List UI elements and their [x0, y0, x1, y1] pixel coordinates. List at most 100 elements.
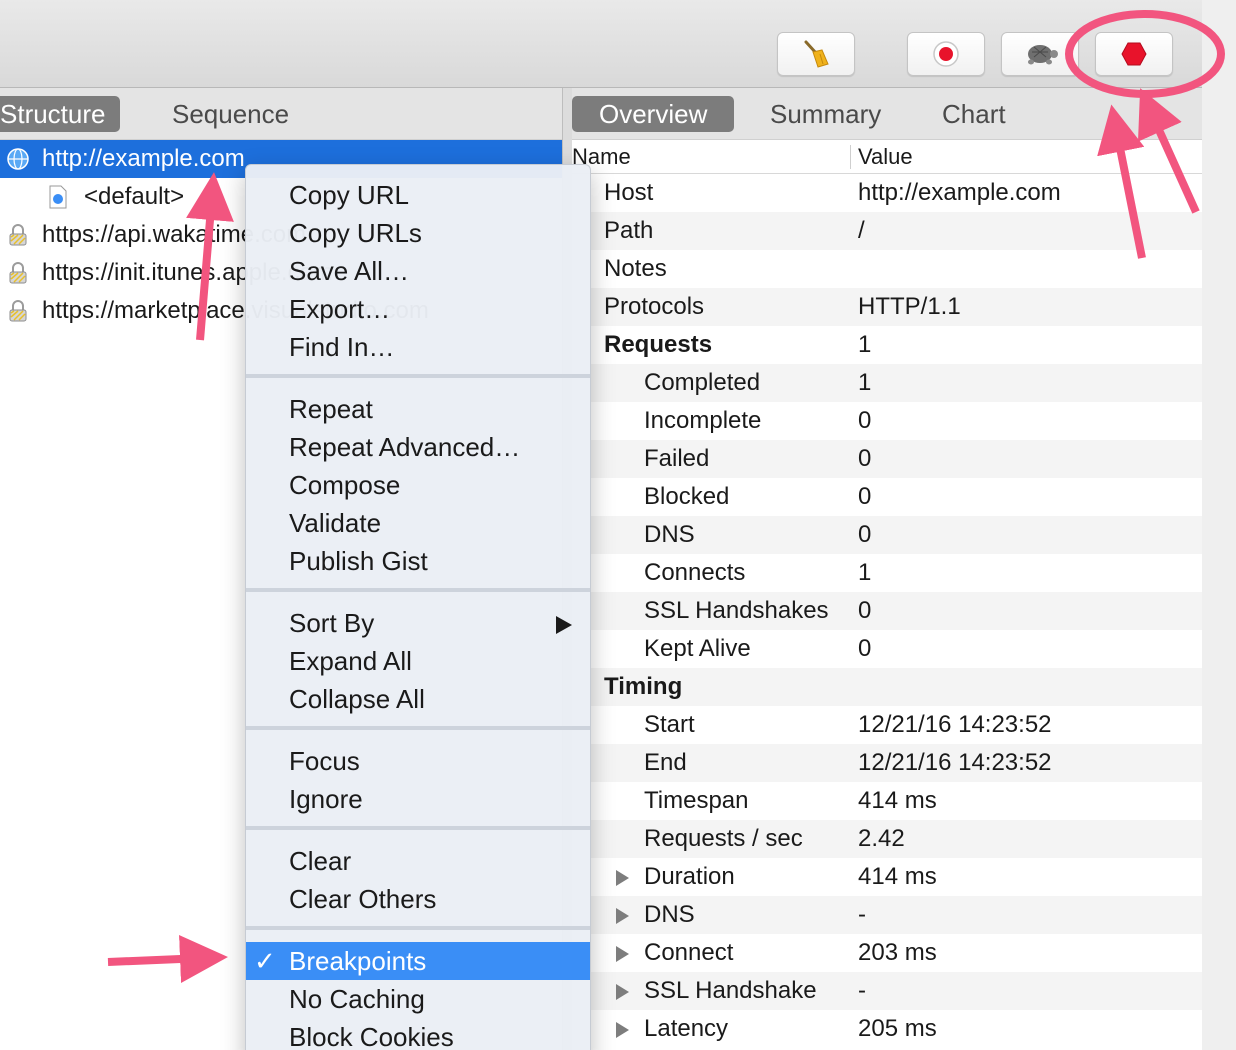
menu-item-label: Breakpoints — [289, 946, 427, 976]
row-name: Failed — [644, 445, 710, 472]
menu-item-label: Copy URL — [289, 180, 409, 210]
menu-item[interactable]: Clear Others — [246, 880, 590, 918]
row-name: Start — [644, 711, 695, 738]
menu-item[interactable]: No Caching — [246, 980, 590, 1018]
menu-item[interactable]: Expand All — [246, 642, 590, 680]
disclosure-triangle-icon[interactable] — [616, 908, 629, 924]
toolbar — [0, 0, 1202, 88]
stop-hexagon-icon — [1121, 42, 1147, 66]
menu-item[interactable]: Repeat Advanced… — [246, 428, 590, 466]
tree-row-label: http://example.com — [42, 145, 245, 172]
column-header-value[interactable]: Value — [858, 140, 913, 174]
disclosure-triangle-icon[interactable] — [616, 946, 629, 962]
menu-item[interactable]: Clear — [246, 842, 590, 880]
throttle-button[interactable] — [1001, 32, 1079, 76]
menu-item[interactable]: ✓ Breakpoints — [246, 942, 590, 980]
tab-summary[interactable]: Summary — [756, 96, 895, 132]
menu-item[interactable]: Block Cookies — [246, 1018, 590, 1050]
row-name: Duration — [644, 863, 735, 890]
menu-item-label: Collapse All — [289, 684, 425, 714]
row-value: 12/21/16 14:23:52 — [858, 711, 1052, 738]
menu-item-label: Save All… — [289, 256, 409, 286]
globe-icon — [7, 148, 29, 170]
menu-item[interactable]: Repeat — [246, 390, 590, 428]
overview-row[interactable]: Requests / sec 2.42 — [572, 820, 1202, 858]
overview-row[interactable]: DNS - — [572, 896, 1202, 934]
row-value: 0 — [858, 521, 872, 548]
clear-button[interactable] — [777, 32, 855, 76]
overview-row[interactable]: Incomplete 0 — [572, 402, 1202, 440]
tab-structure[interactable]: Structure — [0, 96, 120, 132]
submenu-arrow-icon — [556, 616, 572, 634]
overview-row[interactable]: Start 12/21/16 14:23:52 — [572, 706, 1202, 744]
turtle-icon — [1028, 45, 1058, 65]
row-name: Host — [604, 179, 654, 206]
menu-separator — [246, 926, 590, 930]
row-value: 1 — [858, 369, 872, 396]
overview-row[interactable]: Timespan 414 ms — [572, 782, 1202, 820]
menu-item-label: Export… — [289, 294, 391, 324]
row-value: 0 — [858, 483, 872, 510]
menu-item[interactable]: Ignore — [246, 780, 590, 818]
tab-sequence[interactable]: Sequence — [158, 96, 303, 132]
row-name: Requests — [604, 331, 713, 358]
menu-item-label: Expand All — [289, 646, 412, 676]
disclosure-triangle-icon[interactable] — [616, 984, 629, 1000]
menu-item-label: Block Cookies — [289, 1022, 454, 1050]
row-value: 1 — [858, 559, 872, 586]
breakpoints-button[interactable] — [1095, 32, 1173, 76]
row-value: http://example.com — [858, 179, 1061, 206]
tab-chart[interactable]: Chart — [928, 96, 1020, 132]
menu-separator — [246, 726, 590, 730]
menu-item-label: Compose — [289, 470, 401, 500]
row-value: 1 — [858, 331, 872, 358]
overview-row[interactable]: Connects 1 — [572, 554, 1202, 592]
overview-row[interactable]: Connect 203 ms — [572, 934, 1202, 972]
menu-item-label: Focus — [289, 746, 360, 776]
left-tab-bar: Structure Sequence — [0, 88, 562, 140]
row-value: 2.42 — [858, 825, 905, 852]
overview-row[interactable]: DNS 0 — [572, 516, 1202, 554]
row-name: Connects — [644, 559, 746, 586]
tree-row-label: <default> — [84, 183, 185, 210]
overview-row[interactable]: Blocked 0 — [572, 478, 1202, 516]
overview-row[interactable]: Path / — [572, 212, 1202, 250]
menu-item-label: Publish Gist — [289, 546, 428, 576]
disclosure-triangle-icon[interactable] — [616, 870, 629, 886]
row-value: HTTP/1.1 — [858, 293, 961, 320]
row-name: DNS — [644, 901, 695, 928]
menu-item[interactable]: Compose — [246, 466, 590, 504]
menu-item-label: Repeat Advanced… — [289, 432, 521, 462]
menu-item[interactable]: Copy URLs — [246, 214, 590, 252]
menu-item[interactable]: Save All… — [246, 252, 590, 290]
overview-row[interactable]: Requests 1 — [572, 326, 1202, 364]
menu-item[interactable]: Focus — [246, 742, 590, 780]
row-name: Incomplete — [644, 407, 762, 434]
overview-row[interactable]: SSL Handshake - — [572, 972, 1202, 1010]
tab-overview[interactable]: Overview — [572, 96, 735, 132]
row-value: 414 ms — [858, 863, 937, 890]
row-value: 205 ms — [858, 1015, 937, 1042]
menu-item[interactable]: Export… — [246, 290, 590, 328]
disclosure-triangle-icon[interactable] — [616, 1022, 629, 1038]
menu-item[interactable]: Validate — [246, 504, 590, 542]
overview-row[interactable]: SSL Handshakes 0 — [572, 592, 1202, 630]
overview-row[interactable]: End 12/21/16 14:23:52 — [572, 744, 1202, 782]
menu-item[interactable]: Publish Gist — [246, 542, 590, 580]
menu-item[interactable]: Find In… — [246, 328, 590, 366]
lock-icon — [9, 262, 27, 284]
record-button[interactable] — [907, 32, 985, 76]
overview-row[interactable]: Latency 205 ms — [572, 1010, 1202, 1048]
overview-row[interactable]: Timing — [572, 668, 1202, 706]
overview-row[interactable]: Duration 414 ms — [572, 858, 1202, 896]
menu-item[interactable]: Sort By — [246, 604, 590, 642]
overview-row[interactable]: Completed 1 — [572, 364, 1202, 402]
overview-row[interactable]: Notes — [572, 250, 1202, 288]
overview-row[interactable]: Kept Alive 0 — [572, 630, 1202, 668]
menu-item[interactable]: Collapse All — [246, 680, 590, 718]
overview-row[interactable]: Protocols HTTP/1.1 — [572, 288, 1202, 326]
overview-row[interactable]: Failed 0 — [572, 440, 1202, 478]
menu-item[interactable]: Copy URL — [246, 176, 590, 214]
right-tab-bar: Overview Summary Chart — [572, 88, 1202, 140]
overview-row[interactable]: Host http://example.com — [572, 174, 1202, 212]
